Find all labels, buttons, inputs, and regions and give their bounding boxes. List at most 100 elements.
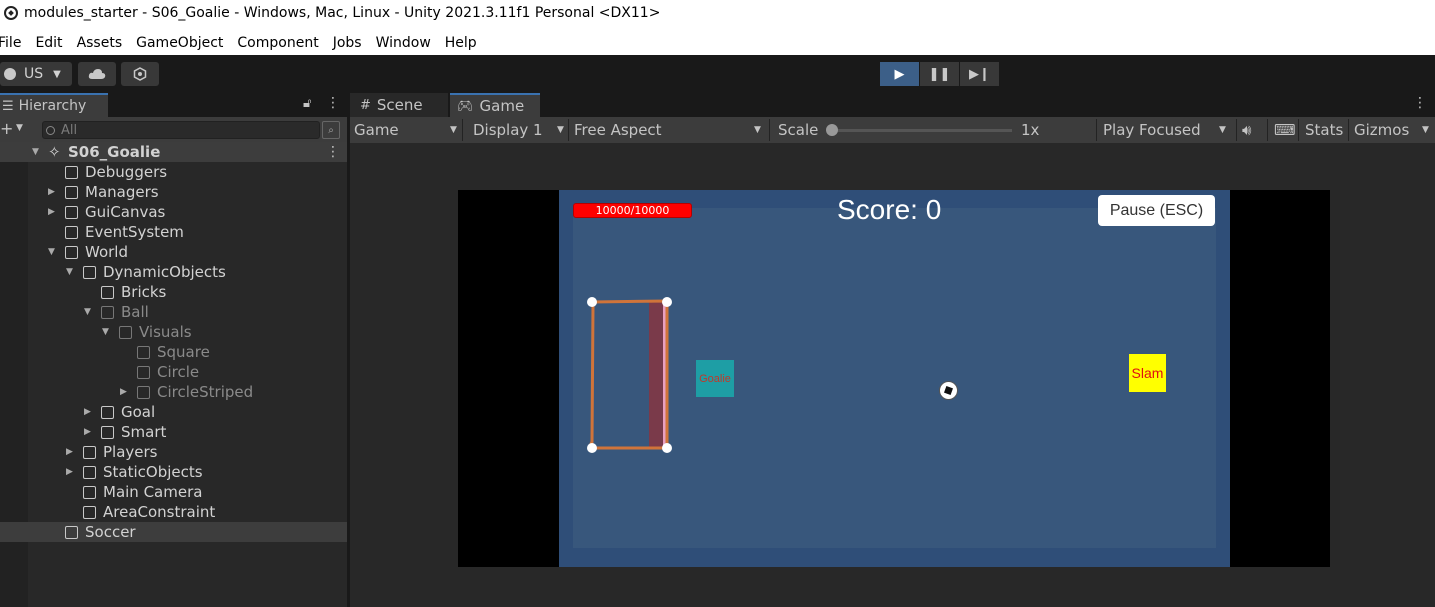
gameobject-cube-icon (137, 385, 150, 399)
hierarchy-item[interactable]: AreaConstraint (0, 502, 347, 522)
add-icon[interactable]: + (0, 119, 13, 138)
view-dropdown[interactable]: Game ▼ (354, 117, 460, 143)
hierarchy-item[interactable]: ▶ Players (0, 442, 347, 462)
expanded-arrow-icon[interactable]: ▼ (102, 327, 109, 337)
collider-handle[interactable] (587, 297, 597, 307)
hierarchy-tabbar: ☰ Hierarchy 🔓︎ ⋮ (0, 93, 347, 117)
expand-arrow-icon[interactable]: ▼ (32, 147, 39, 157)
collider-handle[interactable] (587, 443, 597, 453)
collapsed-arrow-icon[interactable]: ▶ (66, 467, 73, 477)
gameobject-cube-icon (65, 165, 78, 179)
scale-slider-handle[interactable] (826, 124, 838, 136)
hierarchy-item[interactable]: ▼ Visuals (0, 322, 347, 342)
menu-edit[interactable]: Edit (35, 35, 62, 51)
tab-game[interactable]: 🎮︎ Game (450, 93, 540, 117)
expanded-arrow-icon[interactable]: ▼ (48, 247, 55, 257)
hierarchy-item[interactable]: ▶ CircleStriped (0, 382, 347, 402)
soccer-ball (939, 381, 958, 400)
collapsed-arrow-icon[interactable]: ▶ (66, 447, 73, 457)
gizmos-dropdown[interactable]: Gizmos ▼ (1354, 117, 1432, 143)
lock-icon[interactable]: 🔓︎ (303, 96, 311, 111)
chevron-down-icon[interactable]: ▼ (16, 123, 23, 133)
collapsed-arrow-icon[interactable]: ▶ (48, 207, 55, 217)
stats-keyboard-button[interactable]: ⌨ (1274, 117, 1296, 143)
collider-handle[interactable] (662, 443, 672, 453)
hierarchy-item[interactable]: Soccer (0, 522, 347, 542)
kebab-menu-icon[interactable]: ⋮ (326, 144, 340, 160)
hierarchy-item[interactable]: Circle (0, 362, 347, 382)
collapsed-arrow-icon[interactable]: ▶ (84, 407, 91, 417)
hierarchy-item[interactable]: Main Camera (0, 482, 347, 502)
hierarchy-item[interactable]: ▼ DynamicObjects (0, 262, 347, 282)
hierarchy-item-label: DynamicObjects (103, 263, 226, 281)
hierarchy-item[interactable]: Debuggers (0, 162, 347, 182)
display-dropdown[interactable]: Display 1 ▼ (473, 117, 565, 143)
hierarchy-item-label: Debuggers (85, 163, 168, 181)
menu-jobs[interactable]: Jobs (333, 35, 362, 51)
pause-button[interactable]: ❚❚ (920, 62, 959, 86)
gameobject-cube-icon (137, 365, 150, 379)
account-icon (4, 68, 16, 80)
account-dropdown[interactable]: US ▼ (0, 62, 72, 86)
hierarchy-item[interactable]: ▶ GuiCanvas (0, 202, 347, 222)
gameobject-cube-icon (65, 205, 78, 219)
collab-button[interactable] (121, 62, 159, 86)
hierarchy-item-label: EventSystem (85, 223, 184, 241)
menu-component[interactable]: Component (237, 35, 318, 51)
tab-hierarchy[interactable]: ☰ Hierarchy (0, 93, 108, 117)
menu-file[interactable]: File (0, 35, 21, 51)
hierarchy-item[interactable]: ▶ Smart (0, 422, 347, 442)
hierarchy-item[interactable]: Square (0, 342, 347, 362)
cloud-button[interactable] (78, 62, 116, 86)
hierarchy-search-input[interactable]: All (42, 121, 320, 139)
mute-audio-button[interactable]: 🔊︎ (1242, 117, 1251, 143)
aspect-dropdown[interactable]: Free Aspect ▼ (574, 117, 766, 143)
hierarchy-item[interactable]: EventSystem (0, 222, 347, 242)
hierarchy-item[interactable]: ▼ World (0, 242, 347, 262)
hierarchy-item-label: Players (103, 443, 158, 461)
gameobject-cube-icon (65, 225, 78, 239)
search-options-icon[interactable]: ⌕ (322, 121, 340, 139)
gameobject-cube-icon (83, 465, 96, 479)
game-tabbar: # Scene 🎮︎ Game ⋮ (350, 93, 1435, 117)
expanded-arrow-icon[interactable]: ▼ (84, 307, 91, 317)
kebab-menu-icon[interactable]: ⋮ (1413, 95, 1427, 111)
slam-player: Slam (1129, 354, 1166, 392)
play-button[interactable]: ▶ (880, 62, 919, 86)
gameobject-cube-icon (65, 245, 78, 259)
goal-post (649, 300, 663, 448)
collapsed-arrow-icon[interactable]: ▶ (48, 187, 55, 197)
hierarchy-item[interactable]: Bricks (0, 282, 347, 302)
gameobject-cube-icon (65, 185, 78, 199)
step-button[interactable]: ▶❙ (960, 62, 999, 86)
grid-icon: # (360, 97, 371, 113)
expanded-arrow-icon[interactable]: ▼ (66, 267, 73, 277)
collapsed-arrow-icon[interactable]: ▶ (84, 427, 91, 437)
hierarchy-item[interactable]: ▶ Managers (0, 182, 347, 202)
menu-bar: File Edit Assets GameObject Component Jo… (0, 31, 1435, 55)
scale-slider-track[interactable] (832, 129, 1012, 132)
kebab-menu-icon[interactable]: ⋮ (326, 95, 340, 111)
scene-row[interactable]: ▼ ✧ S06_Goalie ⋮ (0, 142, 347, 162)
pause-esc-button[interactable]: Pause (ESC) (1098, 195, 1215, 226)
menu-assets[interactable]: Assets (77, 35, 123, 51)
game-viewport[interactable]: 10000/10000 Score: 0 Pause (ESC) Goalie … (458, 190, 1330, 567)
scene-name: S06_Goalie (68, 143, 161, 161)
tab-scene[interactable]: # Scene (350, 93, 448, 117)
hierarchy-item-label: Smart (121, 423, 167, 441)
hierarchy-item[interactable]: ▶ StaticObjects (0, 462, 347, 482)
collider-handle[interactable] (662, 297, 672, 307)
play-mode-dropdown[interactable]: Play Focused ▼ (1103, 117, 1231, 143)
gameobject-cube-icon (101, 285, 114, 299)
stats-button[interactable]: Stats (1305, 117, 1343, 143)
collapsed-arrow-icon[interactable]: ▶ (120, 387, 127, 397)
menu-help[interactable]: Help (445, 35, 477, 51)
play-controls: ▶ ❚❚ ▶❙ (880, 62, 999, 86)
gameobject-cube-icon (119, 325, 132, 339)
keyboard-icon: ⌨ (1274, 121, 1296, 139)
scale-value: 1x (1021, 121, 1040, 139)
menu-gameobject[interactable]: GameObject (136, 35, 223, 51)
hierarchy-item[interactable]: ▼ Ball (0, 302, 347, 322)
menu-window[interactable]: Window (376, 35, 431, 51)
hierarchy-item[interactable]: ▶ Goal (0, 402, 347, 422)
